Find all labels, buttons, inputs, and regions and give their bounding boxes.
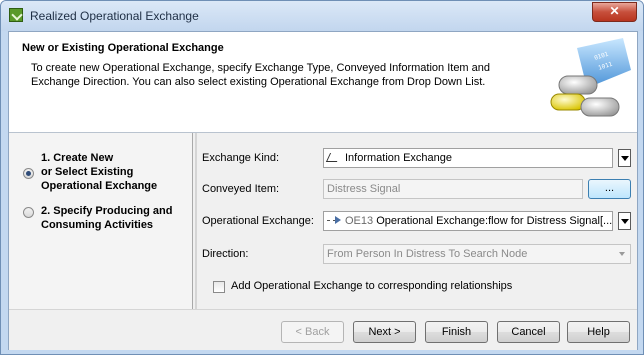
steps-panel: 1. Create New or Select Existing Operati… [9,133,193,309]
back-button[interactable]: < Back [281,321,344,343]
operational-exchange-id: OE13 [345,215,374,227]
button-bar: < Back Next > Finish Cancel Help [9,309,637,350]
dialog-content: New or Existing Operational Exchange To … [8,31,638,350]
dialog-window: Realized Operational Exchange ✕ New or E… [0,0,644,355]
browse-conveyed-item-button[interactable]: ... [588,179,631,199]
conveyed-item-value: Distress Signal [327,183,401,195]
header-description: To create new Operational Exchange, spec… [31,62,491,88]
panel-divider [195,133,197,309]
information-exchange-icon [327,151,341,163]
step-radio[interactable] [23,207,34,218]
app-icon [9,8,23,22]
direction-select[interactable]: From Person In Distress To Search Node [323,244,631,264]
operational-exchange-flow-icon [327,214,341,226]
step-radio-selected[interactable] [23,168,34,179]
wizard-header: New or Existing Operational Exchange To … [9,32,637,133]
close-icon: ✕ [609,4,620,18]
exchange-kind-value: Information Exchange [345,152,453,164]
exchange-kind-dropdown-button[interactable] [618,149,631,167]
header-title: New or Existing Operational Exchange [22,42,224,54]
step-label: 2. Specify Producing and Consuming Activ… [41,205,173,231]
next-button[interactable]: Next > [353,321,416,343]
title-bar[interactable]: Realized Operational Exchange ✕ [1,1,643,31]
help-button[interactable]: Help [567,321,630,343]
operational-exchange-select[interactable]: OE13 Operational Exchange:flow for Distr… [323,211,613,231]
direction-label: Direction: [202,248,249,260]
cancel-button[interactable]: Cancel [497,321,560,343]
conveyed-item-label: Conveyed Item: [202,183,280,195]
exchange-kind-select[interactable]: Information Exchange [323,148,613,168]
chevron-down-icon [619,252,625,256]
exchange-wizard-graphic: 0101 1011 [550,38,631,117]
operational-exchange-label: Operational Exchange: [202,215,314,227]
wizard-body: 1. Create New or Select Existing Operati… [9,133,637,309]
operational-exchange-dropdown-button[interactable] [618,212,631,230]
direction-value: From Person In Distress To Search Node [327,248,528,260]
add-exchange-checkbox-label: Add Operational Exchange to correspondin… [231,280,513,292]
close-button[interactable]: ✕ [592,2,637,22]
exchange-form: Exchange Kind: Information Exchange Conv… [199,133,637,309]
conveyed-item-field[interactable]: Distress Signal [323,179,583,199]
add-exchange-checkbox[interactable] [213,281,225,293]
finish-button[interactable]: Finish [425,321,488,343]
window-title: Realized Operational Exchange [30,9,199,23]
operational-exchange-value: Operational Exchange:flow for Distress S… [376,215,613,227]
exchange-kind-label: Exchange Kind: [202,152,280,164]
step-label: 1. Create New or Select Existing Operati… [41,152,158,192]
